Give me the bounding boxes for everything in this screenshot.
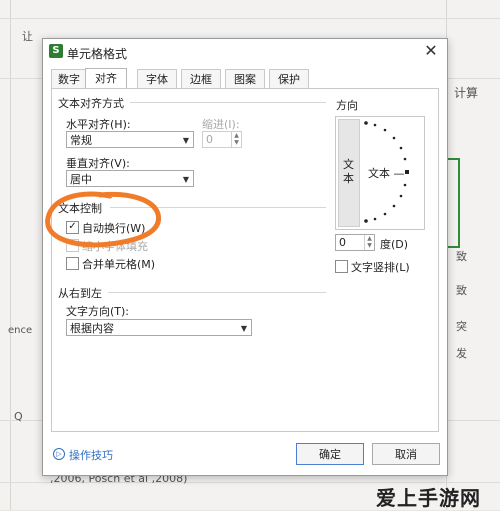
indent-label: 缩进(I): [202, 118, 240, 131]
chevron-down-icon: ▼ [240, 324, 247, 333]
vertical-text-label: 文本 [343, 158, 354, 185]
text-direction-label: 文字方向(T): [66, 305, 130, 318]
indent-spinner: 0 ▲ ▼ [202, 131, 242, 148]
alignment-panel: 文本对齐方式 水平对齐(H): 常规 ▼ 缩进(I): 0 ▲ ▼ 垂直对齐(V)… [51, 88, 439, 432]
ok-button[interactable]: 确定 [296, 443, 364, 465]
tab-font[interactable]: 字体 [137, 69, 177, 89]
dialog-titlebar[interactable]: S 单元格格式 ✕ [43, 39, 447, 65]
horizontal-align-label: 水平对齐(H): [66, 118, 131, 131]
bg-text-right-2: 致 [456, 284, 467, 297]
bg-text-left-1: ence [8, 325, 33, 336]
merge-cells-label[interactable]: 合并单元格(M) [82, 256, 155, 272]
selected-cell-border [448, 158, 460, 248]
vertical-align-value: 居中 [70, 173, 92, 186]
cancel-button[interactable]: 取消 [372, 443, 440, 465]
spinner-arrows-icon: ▲ ▼ [231, 132, 241, 147]
orientation-box: 文本 文本 — [335, 116, 425, 230]
tab-protection[interactable]: 保护 [269, 69, 309, 89]
bg-text-left-2: Q [14, 410, 23, 423]
horizontal-align-select[interactable]: 常规 ▼ [66, 131, 194, 148]
vertical-align-label: 垂直对齐(V): [66, 157, 130, 170]
annotation-circle [45, 191, 162, 248]
text-align-group-header: 文本对齐方式 [58, 97, 124, 110]
vertical-align-select[interactable]: 居中 ▼ [66, 170, 194, 187]
bg-text-right-1: 致 [456, 250, 467, 263]
play-icon: ▷ [53, 448, 65, 460]
text-direction-select[interactable]: 根据内容 ▼ [66, 319, 252, 336]
vertical-stack-checkbox[interactable] [335, 260, 348, 273]
merge-cells-checkbox[interactable] [66, 257, 79, 270]
text-align-group-line [130, 102, 326, 103]
spinner-arrows-icon: ▲ ▼ [364, 235, 374, 250]
tab-number[interactable]: 数字 [51, 69, 87, 89]
orientation-group-header: 方向 [336, 99, 358, 112]
tab-border[interactable]: 边框 [181, 69, 221, 89]
chevron-down-icon: ▼ [182, 136, 189, 145]
orientation-horizontal-text: 文本 — [368, 167, 405, 180]
rtl-group-header: 从右到左 [58, 287, 102, 300]
tab-pattern[interactable]: 图案 [225, 69, 265, 89]
dialog-title: 单元格格式 [67, 47, 128, 61]
tips-label[interactable]: 操作技巧 [69, 447, 113, 463]
indent-value: 0 [206, 133, 213, 146]
tab-alignment[interactable]: 对齐 [85, 68, 127, 89]
format-cells-dialog: S 单元格格式 ✕ 数字 对齐 字体 边框 图案 保护 文本对齐方式 水平对齐(… [42, 38, 448, 476]
bg-text-right-3: 突 [456, 320, 467, 333]
degree-spinner[interactable]: 0 ▲ ▼ [335, 234, 375, 251]
vertical-text-button[interactable]: 文本 [338, 119, 360, 227]
bg-text-right-4: 发 [456, 347, 467, 360]
bg-text-top-right: 计算 [454, 86, 479, 100]
site-watermark: 爱上手游网 [376, 486, 481, 510]
chevron-down-icon: ▼ [182, 175, 189, 184]
rtl-group-line [108, 292, 326, 293]
bg-text-top-left: 让 [22, 30, 33, 43]
degree-label: 度(D) [380, 238, 409, 251]
degree-value: 0 [339, 236, 346, 249]
vertical-stack-label[interactable]: 文字竖排(L) [351, 259, 410, 275]
close-icon[interactable]: ✕ [421, 41, 441, 61]
wps-app-icon: S [49, 44, 63, 58]
horizontal-align-value: 常规 [70, 134, 92, 147]
text-direction-value: 根据内容 [70, 322, 114, 335]
